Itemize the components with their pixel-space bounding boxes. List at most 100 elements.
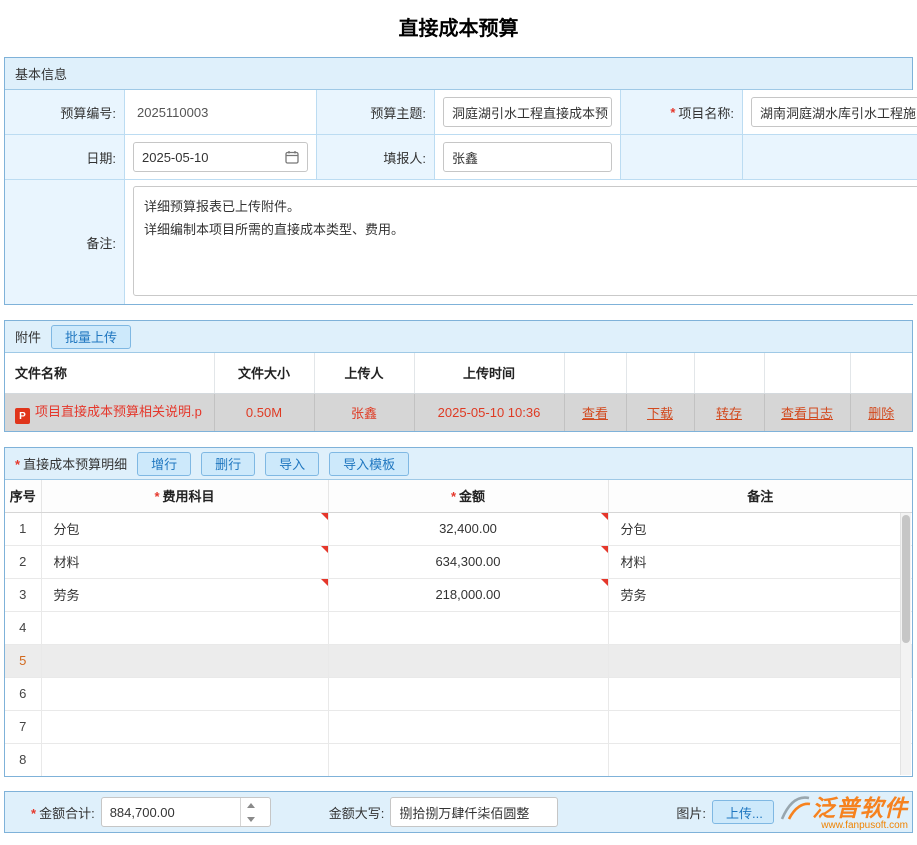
required-corner-marker	[321, 579, 328, 586]
col-action-2	[626, 353, 694, 393]
calendar-icon[interactable]	[285, 150, 299, 164]
view-log-link[interactable]: 查看日志	[781, 406, 833, 421]
project-name-label: *项目名称:	[621, 90, 743, 135]
save-as-link[interactable]: 转存	[716, 406, 742, 421]
remark-textarea[interactable]: 详细预算报表已上传附件。 详细编制本项目所需的直接成本类型、费用。	[133, 186, 917, 296]
col-file-size: 文件大小	[214, 353, 314, 393]
attachment-row: P项目直接成本预算相关说明.p 0.50M 张鑫 2025-05-10 10:3…	[5, 393, 912, 431]
col-subject-header: *费用科目	[41, 480, 328, 512]
reporter-label: 填报人:	[317, 135, 435, 180]
remark-cell[interactable]	[608, 611, 912, 644]
delete-link[interactable]: 删除	[868, 406, 894, 421]
subject-cell[interactable]	[41, 611, 328, 644]
remark-cell[interactable]: 材料	[608, 545, 912, 578]
amount-caps-label: 金额大写:	[329, 803, 385, 822]
project-name-cell: 湖南洞庭湖水库引水工程施	[743, 90, 917, 135]
batch-upload-button[interactable]: 批量上传	[51, 325, 131, 349]
attachment-upload-time: 2025-05-10 10:36	[414, 393, 564, 431]
stepper-down-button[interactable]	[241, 812, 262, 826]
amount-cell[interactable]	[328, 611, 608, 644]
detail-row: 3 劳务 218,000.00 劳务	[5, 578, 912, 611]
detail-title: 直接成本预算明细	[23, 457, 127, 472]
remark-cell[interactable]: 分包	[608, 512, 912, 545]
required-asterisk: *	[15, 457, 20, 472]
empty-value-cell	[743, 135, 917, 180]
amount-cell[interactable]	[328, 710, 608, 743]
amount-cell[interactable]	[328, 743, 608, 776]
amount-cell[interactable]: 32,400.00	[328, 512, 608, 545]
col-uploader: 上传人	[314, 353, 414, 393]
attachments-header: 附件 批量上传	[5, 321, 912, 353]
subject-cell[interactable]	[41, 644, 328, 677]
reporter-cell: 张鑫	[435, 135, 621, 180]
remark-cell[interactable]	[608, 710, 912, 743]
detail-row: 6	[5, 677, 912, 710]
budget-no-label: 预算编号:	[5, 90, 125, 135]
remark-cell[interactable]	[608, 743, 912, 776]
stepper-up-button[interactable]	[241, 798, 262, 812]
basic-info-title: 基本信息	[15, 64, 67, 83]
vertical-scrollbar[interactable]	[900, 513, 911, 775]
attachment-file-size: 0.50M	[214, 393, 314, 431]
subject-cell[interactable]	[41, 710, 328, 743]
amount-cell[interactable]	[328, 677, 608, 710]
remark-cell[interactable]	[608, 644, 912, 677]
import-template-button[interactable]: 导入模板	[329, 452, 409, 476]
import-button[interactable]: 导入	[265, 452, 319, 476]
detail-row: 4	[5, 611, 912, 644]
budget-no-cell: 2025110003	[125, 90, 317, 135]
required-corner-marker	[601, 579, 608, 586]
date-label: 日期:	[5, 135, 125, 180]
col-file-name: 文件名称	[5, 353, 214, 393]
subject-cell[interactable]: 材料	[41, 545, 328, 578]
amount-cell[interactable]: 218,000.00	[328, 578, 608, 611]
required-corner-marker	[321, 513, 328, 520]
total-amount-input[interactable]: 884,700.00	[101, 797, 271, 827]
detail-table-body: 序号 *费用科目 *金额 备注 1 分包 32,400.00 分包 2 材料 6…	[5, 480, 912, 776]
detail-header: *直接成本预算明细 增行 删行 导入 导入模板	[5, 448, 912, 480]
subject-cell[interactable]: 分包	[41, 512, 328, 545]
attachments-title: 附件	[15, 327, 41, 346]
detail-row: 2 材料 634,300.00 材料	[5, 545, 912, 578]
project-name-input[interactable]: 湖南洞庭湖水库引水工程施	[751, 97, 917, 127]
attachment-file-cell: P 项目直接成本预算相关说明.p	[5, 393, 214, 431]
date-cell: 2025-05-10	[125, 135, 317, 180]
col-amount-header: *金额	[328, 480, 608, 512]
logo-url: www.fanpusoft.com	[777, 821, 908, 831]
add-row-button[interactable]: 增行	[137, 452, 191, 476]
attachments-header-row: 文件名称 文件大小 上传人 上传时间	[5, 353, 912, 393]
col-action-3	[694, 353, 764, 393]
delete-row-button[interactable]: 删行	[201, 452, 255, 476]
required-corner-marker	[601, 546, 608, 553]
pdf-file-icon: P	[15, 408, 30, 424]
date-input[interactable]: 2025-05-10	[133, 142, 308, 172]
download-link[interactable]: 下载	[647, 406, 673, 421]
required-corner-marker	[601, 513, 608, 520]
subject-cell[interactable]	[41, 743, 328, 776]
number-stepper	[240, 798, 262, 826]
detail-title-wrap: *直接成本预算明细	[15, 454, 127, 473]
subject-cell[interactable]	[41, 677, 328, 710]
down-arrow-icon	[247, 817, 255, 822]
remark-cell[interactable]: 劳务	[608, 578, 912, 611]
remark-cell: 详细预算报表已上传附件。 详细编制本项目所需的直接成本类型、费用。	[125, 180, 917, 304]
reporter-input[interactable]: 张鑫	[443, 142, 612, 172]
amount-caps-input[interactable]: 捌拾捌万肆仟柒佰圆整	[390, 797, 558, 827]
image-upload-button[interactable]: 上传...	[712, 800, 774, 824]
view-link[interactable]: 查看	[582, 406, 608, 421]
detail-row: 7	[5, 710, 912, 743]
logo-icon	[777, 794, 811, 820]
basic-info-grid: 预算编号: 2025110003 预算主题: 洞庭湖引水工程直接成本预 *项目名…	[5, 90, 912, 304]
attachments-table: 文件名称 文件大小 上传人 上传时间 P 项目直接成本预算相关说明.p 0.50M…	[5, 353, 912, 431]
detail-table: 序号 *费用科目 *金额 备注 1 分包 32,400.00 分包 2 材料 6…	[5, 480, 912, 776]
subject-input[interactable]: 洞庭湖引水工程直接成本预	[443, 97, 612, 127]
required-asterisk: *	[670, 105, 675, 120]
remark-cell[interactable]	[608, 677, 912, 710]
amount-cell[interactable]	[328, 644, 608, 677]
attachment-file-link[interactable]: 项目直接成本预算相关说明.p	[35, 404, 202, 419]
vendor-logo: 泛普软件 www.fanpusoft.com	[777, 794, 908, 831]
subject-cell[interactable]: 劳务	[41, 578, 328, 611]
scrollbar-thumb[interactable]	[902, 515, 910, 643]
amount-cell[interactable]: 634,300.00	[328, 545, 608, 578]
detail-header-row: 序号 *费用科目 *金额 备注	[5, 480, 912, 512]
